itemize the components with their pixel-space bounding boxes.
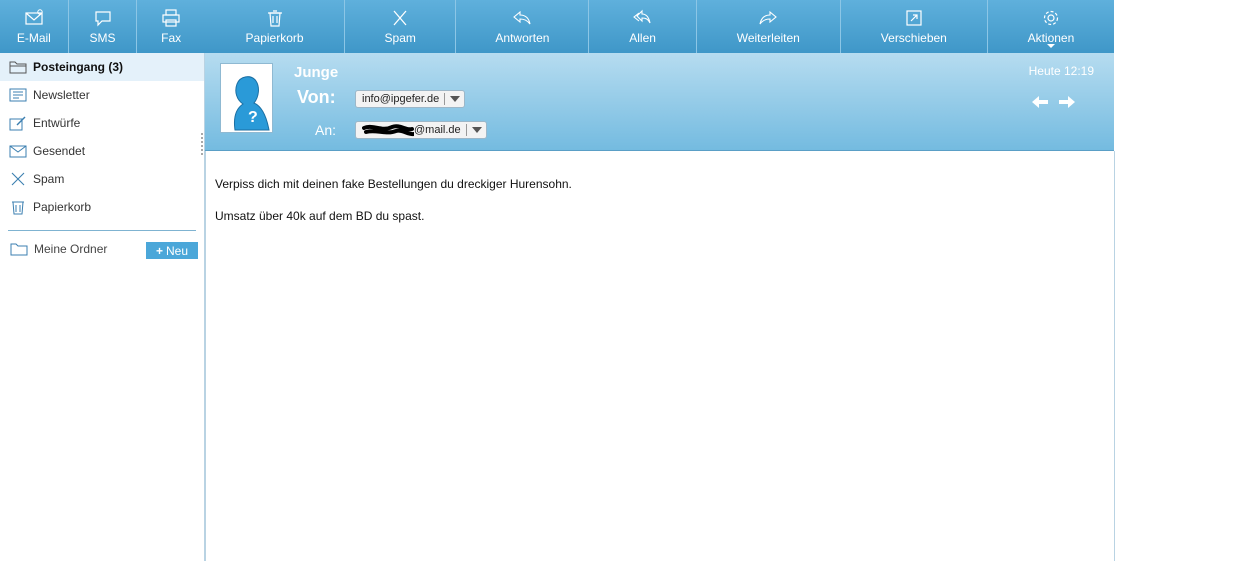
reply-button-label: Antworten (495, 30, 550, 45)
sent-icon (9, 145, 27, 158)
sms-icon (94, 10, 111, 26)
folder-sidebar: Posteingang (3) Newsletter Entwürfe Gese… (0, 53, 205, 561)
forward-icon (759, 10, 778, 24)
message-header: ? Junge Von: info@ipgefer.de An: @mail.d… (205, 53, 1114, 151)
fax-tab-label: Fax (161, 30, 182, 45)
body-line: Verpiss dich mit deinen fake Bestellunge… (215, 177, 572, 191)
sms-tab-label: SMS (89, 30, 116, 45)
sidebar-item-newsletter[interactable]: Newsletter (0, 81, 204, 109)
trash-button[interactable]: Papierkorb (205, 0, 346, 53)
to-address-chip[interactable]: @mail.de (355, 121, 487, 139)
spam-button[interactable]: Spam (345, 0, 457, 53)
svg-text:?: ? (248, 109, 258, 126)
to-address: @mail.de (414, 124, 461, 136)
move-button-label: Verschieben (880, 30, 947, 45)
new-folder-label: Neu (166, 243, 189, 258)
chevron-down-icon[interactable] (450, 96, 461, 102)
sidebar-item-label: Spam (33, 172, 65, 186)
sidebar-item-inbox[interactable]: Posteingang (3) (0, 53, 204, 81)
reply-icon (513, 10, 531, 24)
plus-icon: + (155, 243, 163, 258)
my-folders-section: Meine Ordner + Neu (0, 231, 204, 267)
unknown-contact-icon: ? (234, 76, 270, 131)
message-date: Heute 12:19 (1028, 64, 1094, 78)
trash-icon (12, 201, 24, 215)
reply-all-icon (632, 9, 651, 23)
new-folder-button[interactable]: + Neu (146, 242, 198, 259)
mail-app: E-Mail SMS Fax Papierkorb Spam Antworten… (0, 0, 1115, 561)
move-icon (906, 9, 922, 26)
fax-icon (162, 8, 180, 27)
chevron-down-icon[interactable] (471, 127, 482, 133)
sidebar-item-label: Posteingang (3) (33, 60, 124, 74)
gear-icon (1043, 10, 1059, 25)
chip-separator (465, 124, 467, 136)
reply-all-button-label: Allen (629, 30, 656, 45)
body-line: Umsatz über 40k auf dem BD du spast. (215, 209, 425, 223)
trash-button-label: Papierkorb (245, 30, 304, 45)
sidebar-item-spam[interactable]: Spam (0, 165, 204, 193)
folder-icon (10, 243, 28, 256)
newsletter-icon (9, 88, 27, 102)
sidebar-item-label: Entwürfe (33, 116, 81, 130)
next-message-icon[interactable] (1058, 95, 1076, 109)
sidebar-item-trash[interactable]: Papierkorb (0, 193, 204, 221)
message-body: Verpiss dich mit deinen fake Bestellunge… (205, 151, 1115, 561)
sms-tab[interactable]: SMS (69, 0, 138, 53)
forward-button-label: Weiterleiten (736, 30, 800, 45)
fax-tab[interactable]: Fax (137, 0, 205, 53)
spam-icon (11, 172, 25, 186)
actions-menu-button[interactable]: Aktionen (988, 0, 1114, 53)
sender-name: Junge (294, 64, 339, 81)
chevron-down-icon (1046, 44, 1055, 48)
scribble-icon (362, 124, 414, 137)
my-folders-label[interactable]: Meine Ordner (34, 242, 107, 256)
forward-button[interactable]: Weiterleiten (697, 0, 841, 53)
from-address: info@ipgefer.de (362, 93, 440, 105)
reply-all-button[interactable]: Allen (589, 0, 697, 53)
redaction-scribble (362, 123, 414, 137)
previous-message-icon[interactable] (1031, 95, 1049, 109)
reply-button[interactable]: Antworten (456, 0, 590, 53)
drafts-icon (9, 116, 26, 131)
channel-nav: E-Mail SMS Fax (0, 0, 205, 53)
chip-separator (444, 93, 446, 105)
sidebar-item-drafts[interactable]: Entwürfe (0, 109, 204, 137)
sidebar-item-label: Newsletter (33, 88, 90, 102)
from-label: Von: (297, 87, 336, 107)
email-icon (25, 8, 43, 25)
trash-icon (267, 9, 282, 27)
spam-button-label: Spam (384, 30, 416, 45)
spam-icon (393, 10, 407, 25)
sidebar-item-label: Papierkorb (33, 200, 92, 214)
email-tab[interactable]: E-Mail (0, 0, 69, 53)
message-toolbar: Papierkorb Spam Antworten Allen Weiterle… (205, 0, 1114, 53)
avatar: ? (220, 63, 273, 133)
email-tab-label: E-Mail (16, 30, 51, 45)
inbox-folder-icon (9, 61, 27, 74)
move-button[interactable]: Verschieben (841, 0, 988, 53)
actions-menu-label: Aktionen (1027, 30, 1075, 45)
to-label: An: (315, 122, 337, 138)
sidebar-item-sent[interactable]: Gesendet (0, 137, 204, 165)
from-address-chip[interactable]: info@ipgefer.de (355, 90, 466, 108)
sidebar-item-label: Gesendet (33, 144, 86, 158)
